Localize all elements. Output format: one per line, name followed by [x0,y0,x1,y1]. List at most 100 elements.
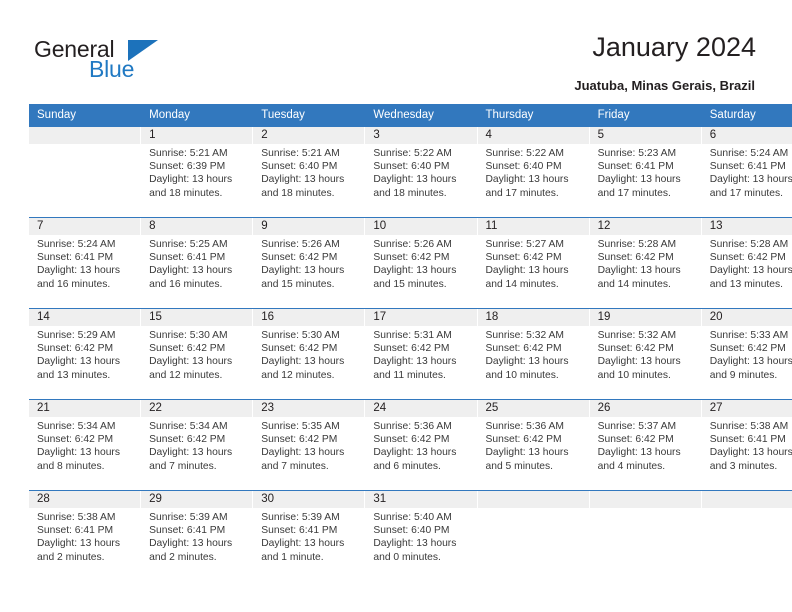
calendar-day-cell[interactable]: 11 Sunrise: 5:27 AM Sunset: 6:42 PM Dayligh… [477,218,590,300]
calendar-day-cell[interactable]: 12 Sunrise: 5:28 AM Sunset: 6:42 PM Dayligh… [589,218,702,300]
day-daylight2-text: and 16 minutes. [37,278,111,290]
day-number: 1 [141,127,254,144]
day-daylight1-text: Daylight: 13 hours [37,356,120,368]
day-sunrise-text: Sunrise: 5:21 AM [149,148,228,159]
day-details: Sunrise: 5:24 AM Sunset: 6:41 PM Daylight:… [29,235,141,291]
day-sunset-text: Sunset: 6:42 PM [597,343,674,355]
page-subtitle: Juatuba, Minas Gerais, Brazil [574,78,755,93]
day-details [702,508,792,511]
day-details: Sunrise: 5:39 AM Sunset: 6:41 PM Daylight:… [141,508,253,564]
day-number: 27 [701,400,792,417]
calendar-day-cell[interactable]: 18 Sunrise: 5:32 AM Sunset: 6:42 PM Dayligh… [477,309,590,391]
weekday-header-monday: Monday [141,104,254,126]
calendar-day-cell[interactable]: 27 Sunrise: 5:38 AM Sunset: 6:41 PM Dayligh… [701,400,792,482]
day-sunrise-text: Sunrise: 5:39 AM [261,512,340,523]
calendar-day-cell[interactable]: 8 Sunrise: 5:25 AM Sunset: 6:41 PM Daylight… [141,218,254,300]
calendar-day-cell[interactable]: 26 Sunrise: 5:37 AM Sunset: 6:42 PM Dayligh… [589,400,702,482]
day-daylight2-text: and 17 minutes. [597,187,671,199]
day-number: 16 [253,309,366,326]
day-daylight2-text: and 14 minutes. [485,278,559,290]
day-number: 13 [701,218,792,235]
calendar-day-cell[interactable]: 30 Sunrise: 5:39 AM Sunset: 6:41 PM Dayligh… [253,491,366,573]
calendar-day-cell[interactable]: 20 Sunrise: 5:33 AM Sunset: 6:42 PM Dayligh… [701,309,792,391]
calendar-day-cell[interactable]: 13 Sunrise: 5:28 AM Sunset: 6:42 PM Dayligh… [701,218,792,300]
calendar-day-cell[interactable]: 15 Sunrise: 5:30 AM Sunset: 6:42 PM Dayligh… [141,309,254,391]
day-daylight2-text: and 14 minutes. [597,278,671,290]
day-daylight1-text: Daylight: 13 hours [485,265,569,277]
day-daylight2-text: and 18 minutes. [149,187,223,199]
day-sunrise-text: Sunrise: 5:28 AM [709,239,789,250]
day-details: Sunrise: 5:22 AM Sunset: 6:40 PM Daylight:… [478,144,590,200]
calendar-day-cell[interactable]: 25 Sunrise: 5:36 AM Sunset: 6:42 PM Dayligh… [477,400,590,482]
day-daylight1-text: Daylight: 13 hours [373,356,457,368]
calendar-day-cell[interactable]: 16 Sunrise: 5:30 AM Sunset: 6:42 PM Dayligh… [253,309,366,391]
day-number: 20 [701,309,792,326]
calendar-day-cell[interactable]: 14 Sunrise: 5:29 AM Sunset: 6:42 PM Dayligh… [29,309,142,391]
calendar-day-cell[interactable]: 6 Sunrise: 5:24 AM Sunset: 6:41 PM Daylight… [701,127,792,209]
calendar-day-cell[interactable]: 31 Sunrise: 5:40 AM Sunset: 6:40 PM Dayligh… [365,491,478,573]
day-sunset-text: Sunset: 6:40 PM [373,525,450,537]
day-details: Sunrise: 5:28 AM Sunset: 6:42 PM Daylight:… [590,235,702,291]
calendar-day-cell[interactable]: 21 Sunrise: 5:34 AM Sunset: 6:42 PM Dayligh… [29,400,142,482]
day-daylight1-text: Daylight: 13 hours [709,174,792,186]
day-number: 25 [477,400,590,417]
calendar-day-cell[interactable]: 3 Sunrise: 5:22 AM Sunset: 6:40 PM Daylight… [365,127,478,209]
general-blue-logo[interactable]: General Blue [34,36,194,88]
weekday-header-tuesday: Tuesday [253,104,366,126]
day-sunrise-text: Sunrise: 5:22 AM [373,148,452,159]
day-details: Sunrise: 5:37 AM Sunset: 6:42 PM Daylight:… [590,417,702,473]
day-number: 23 [253,400,366,417]
day-details: Sunrise: 5:21 AM Sunset: 6:40 PM Daylight:… [253,144,365,200]
week-gap [29,209,792,217]
day-number: 19 [589,309,702,326]
calendar-day-cell[interactable]: 10 Sunrise: 5:26 AM Sunset: 6:42 PM Dayligh… [365,218,478,300]
day-daylight2-text: and 17 minutes. [709,187,784,199]
day-details: Sunrise: 5:40 AM Sunset: 6:40 PM Daylight:… [365,508,477,564]
day-details: Sunrise: 5:28 AM Sunset: 6:42 PM Daylight:… [702,235,792,291]
calendar-day-cell[interactable]: 2 Sunrise: 5:21 AM Sunset: 6:40 PM Daylight… [253,127,366,209]
day-sunset-text: Sunset: 6:42 PM [485,434,562,446]
day-sunset-text: Sunset: 6:42 PM [373,252,450,264]
calendar-day-cell[interactable]: 22 Sunrise: 5:34 AM Sunset: 6:42 PM Dayligh… [141,400,254,482]
day-details: Sunrise: 5:30 AM Sunset: 6:42 PM Daylight:… [253,326,365,382]
day-daylight2-text: and 18 minutes. [261,187,335,199]
calendar-day-cell[interactable]: 28 Sunrise: 5:38 AM Sunset: 6:41 PM Dayligh… [29,491,142,573]
day-sunrise-text: Sunrise: 5:40 AM [373,512,452,523]
calendar-day-cell[interactable]: 9 Sunrise: 5:26 AM Sunset: 6:42 PM Daylight… [253,218,366,300]
day-sunset-text: Sunset: 6:42 PM [149,434,226,446]
week-gap-cell [29,209,792,217]
day-daylight1-text: Daylight: 13 hours [149,538,233,550]
calendar-day-cell[interactable]: 5 Sunrise: 5:23 AM Sunset: 6:41 PM Daylight… [589,127,702,209]
day-sunset-text: Sunset: 6:42 PM [261,343,338,355]
week-gap-cell [29,300,792,308]
calendar-day-cell[interactable]: 7 Sunrise: 5:24 AM Sunset: 6:41 PM Daylight… [29,218,142,300]
day-daylight2-text: and 13 minutes. [37,369,111,381]
calendar-day-cell[interactable]: 24 Sunrise: 5:36 AM Sunset: 6:42 PM Dayligh… [365,400,478,482]
day-number: 4 [477,127,590,144]
day-details: Sunrise: 5:29 AM Sunset: 6:42 PM Daylight:… [29,326,141,382]
day-number: 29 [141,491,254,508]
day-daylight1-text: Daylight: 13 hours [597,265,681,277]
day-daylight2-text: and 18 minutes. [373,187,447,199]
day-daylight1-text: Daylight: 13 hours [261,538,345,550]
day-daylight1-text: Daylight: 13 hours [261,265,345,277]
day-daylight2-text: and 12 minutes. [261,369,335,381]
calendar-day-cell[interactable]: 1 Sunrise: 5:21 AM Sunset: 6:39 PM Daylight… [141,127,254,209]
day-number [589,491,702,508]
week-gap [29,482,792,490]
calendar-day-cell[interactable]: 4 Sunrise: 5:22 AM Sunset: 6:40 PM Daylight… [477,127,590,209]
day-daylight1-text: Daylight: 13 hours [485,356,569,368]
calendar-empty-cell [589,491,702,573]
day-number [477,491,590,508]
day-sunset-text: Sunset: 6:42 PM [597,252,674,264]
day-sunrise-text: Sunrise: 5:38 AM [709,421,789,432]
calendar-day-cell[interactable]: 19 Sunrise: 5:32 AM Sunset: 6:42 PM Dayligh… [589,309,702,391]
day-daylight1-text: Daylight: 13 hours [709,447,792,459]
calendar-day-cell[interactable]: 17 Sunrise: 5:31 AM Sunset: 6:42 PM Dayligh… [365,309,478,391]
day-daylight1-text: Daylight: 13 hours [373,538,457,550]
weekday-header-thursday: Thursday [477,104,590,126]
day-number: 6 [701,127,792,144]
calendar-day-cell[interactable]: 29 Sunrise: 5:39 AM Sunset: 6:41 PM Dayligh… [141,491,254,573]
day-daylight2-text: and 6 minutes. [373,460,441,472]
calendar-day-cell[interactable]: 23 Sunrise: 5:35 AM Sunset: 6:42 PM Dayligh… [253,400,366,482]
